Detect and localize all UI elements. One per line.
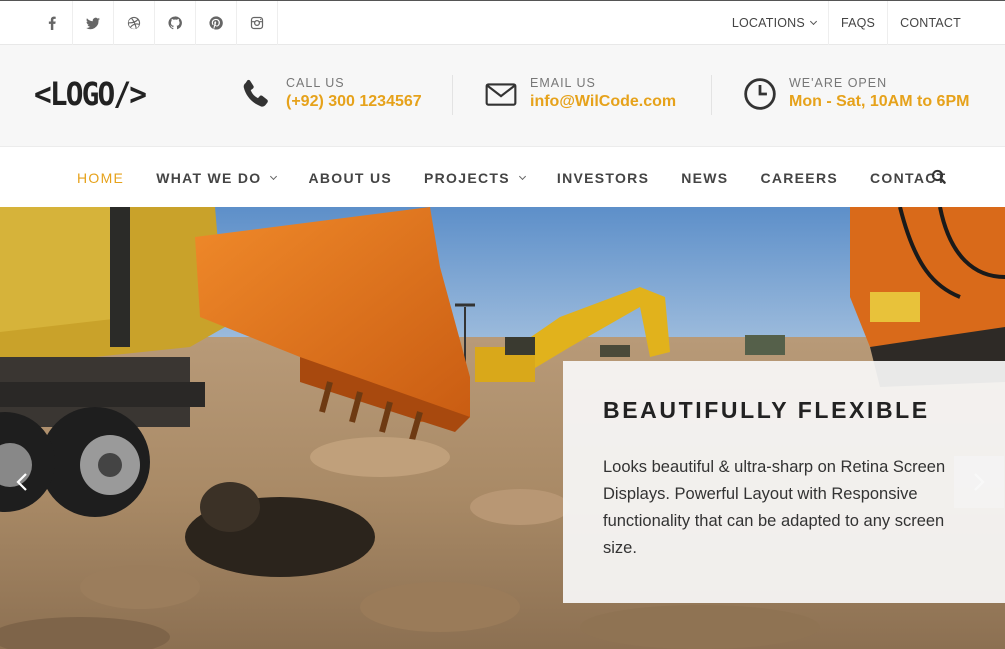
envelope-icon [482,75,520,113]
nav-news[interactable]: NEWS [665,170,744,186]
hero-caption: BEAUTIFULLY FLEXIBLE Looks beautiful & u… [563,361,1005,603]
dribbble-icon[interactable] [114,1,155,45]
header: <LOGO/> CALL US (+92) 300 1234567 EMAIL … [0,45,1005,147]
social-links [32,1,278,45]
divider [711,75,712,115]
phone-number[interactable]: (+92) 300 1234567 [286,91,422,113]
twitter-icon[interactable] [73,1,114,45]
phone-icon [238,75,276,113]
hero-description: Looks beautiful & ultra-sharp on Retina … [603,458,946,557]
nav-investors[interactable]: INVESTORS [541,170,665,186]
locations-link[interactable]: LOCATIONS [720,1,828,45]
opening-hours: Mon - Sat, 10AM to 6PM [789,93,970,110]
contact-top-link[interactable]: CONTACT [887,1,973,45]
hero-title: BEAUTIFULLY FLEXIBLE [603,397,930,423]
chevron-left-icon [16,473,27,491]
chevron-down-icon [809,17,817,26]
clock-icon [741,75,779,113]
github-icon[interactable] [155,1,196,45]
hero-slider: BEAUTIFULLY FLEXIBLE Looks beautiful & u… [0,207,1005,649]
nav-about-us[interactable]: ABOUT US [292,170,408,186]
instagram-icon[interactable] [237,1,278,45]
hours-label: WE'ARE OPEN [789,76,888,90]
email-info: EMAIL US info@WilCode.com [482,75,676,113]
pinterest-icon[interactable] [196,1,237,45]
top-links: LOCATIONS FAQS CONTACT [720,1,973,45]
divider [452,75,453,115]
logo[interactable]: <LOGO/> [34,75,147,113]
nav-what-we-do[interactable]: WHAT WE DO [140,170,292,186]
chevron-down-icon [518,172,526,180]
top-bar: LOCATIONS FAQS CONTACT [0,0,1005,45]
search-icon[interactable] [929,167,949,187]
chevron-down-icon [270,172,278,180]
hours-info: WE'ARE OPEN Mon - Sat, 10AM to 6PM [741,75,969,113]
facebook-icon[interactable] [32,1,73,45]
call-label: CALL US [286,76,345,90]
call-info: CALL US (+92) 300 1234567 [238,75,422,113]
faqs-link[interactable]: FAQS [827,1,887,45]
email-address[interactable]: info@WilCode.com [530,91,676,113]
nav-careers[interactable]: CAREERS [744,170,854,186]
previous-slide-button[interactable] [0,456,44,508]
nav-home[interactable]: HOME [61,170,140,186]
main-navigation: HOME WHAT WE DO ABOUT US PROJECTS INVEST… [0,148,1005,207]
email-label: EMAIL US [530,76,596,90]
nav-projects[interactable]: PROJECTS [408,170,541,186]
